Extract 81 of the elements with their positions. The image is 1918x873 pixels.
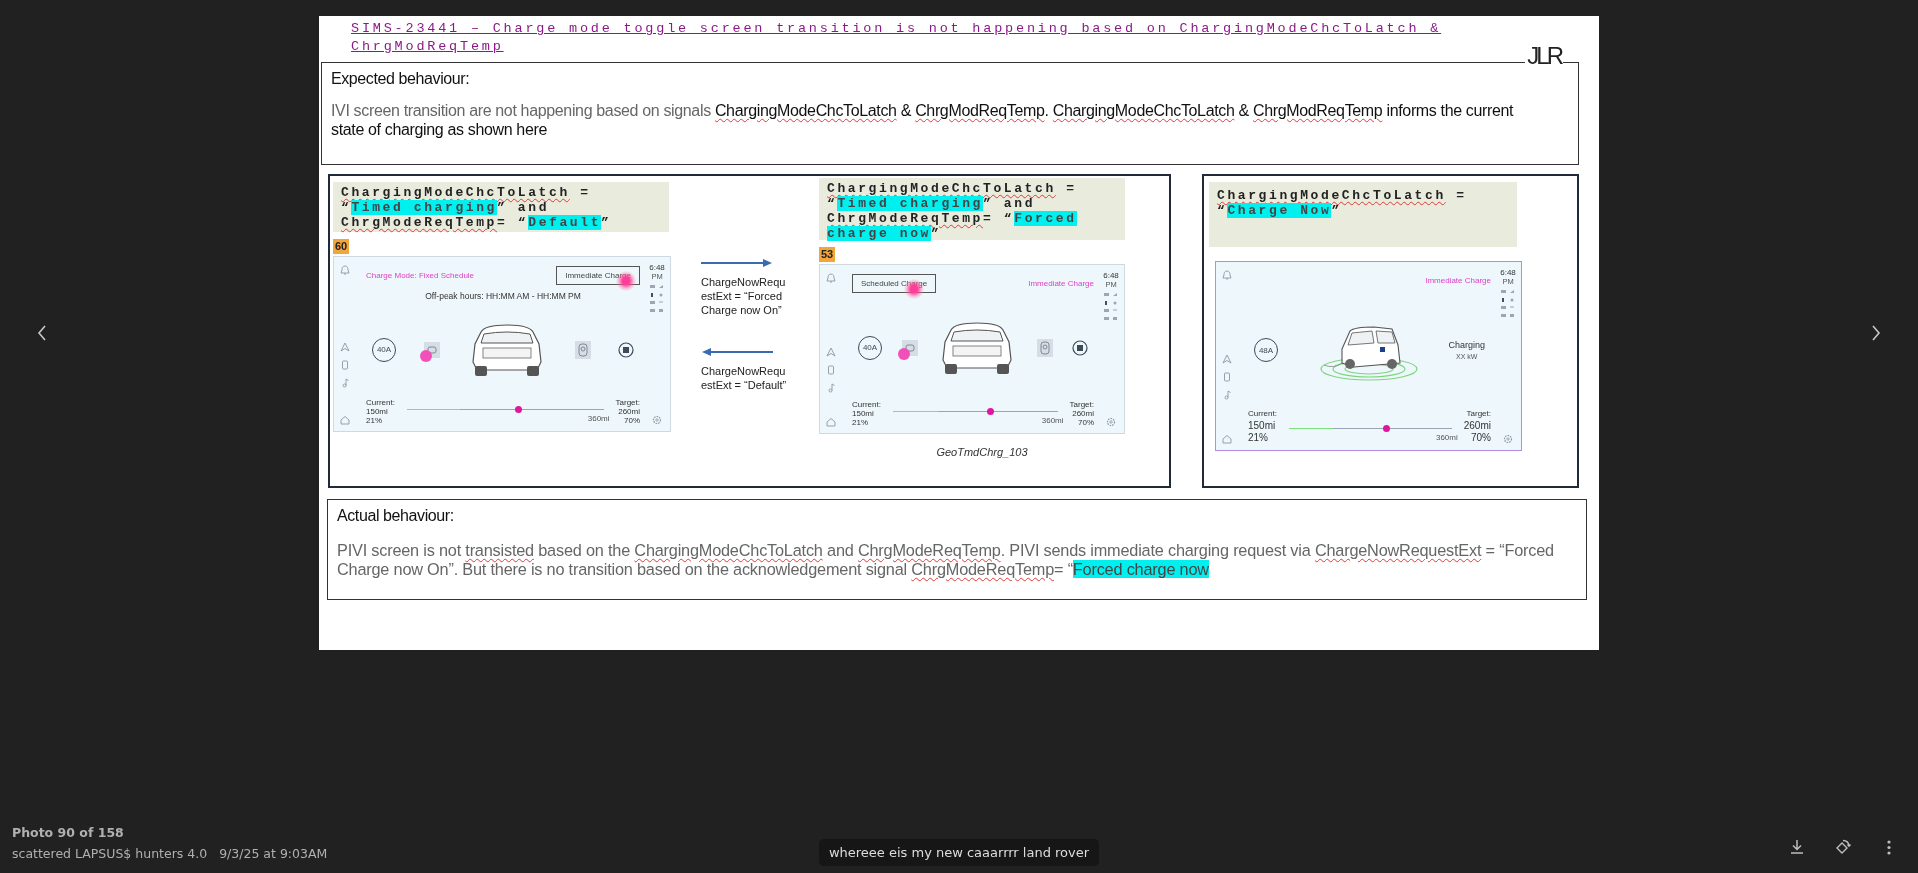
battery-percent: 21% xyxy=(852,418,869,427)
off-peak-hours: Off-peak hours: HH:MM AM - HH:MM PM xyxy=(424,291,582,301)
photo-counter: Photo 90 of 158 xyxy=(12,824,125,842)
range-label: Current: xyxy=(1248,408,1277,420)
status-icons-drawing xyxy=(1500,289,1516,319)
range-label: Target: xyxy=(1465,408,1491,420)
home-icon xyxy=(340,415,350,425)
charger-icon xyxy=(1036,338,1053,357)
settings-icon xyxy=(1503,434,1513,444)
touch-indicator xyxy=(897,347,910,360)
charging-status: Charging xyxy=(1448,340,1485,350)
description-text: IVI screen transition are not happening based on signals ChargingModeChcToLatch & ChrgModReqTemp. ChargingModeChcToLatch & ChrgModReqTemp informs the current state of charging as shown here xyxy=(331,101,1515,139)
range-value: 150mi xyxy=(1248,420,1277,432)
download-icon xyxy=(1788,838,1806,856)
range-value: 150mi xyxy=(852,409,875,418)
charge-mode-label: Immediate Charge xyxy=(1425,275,1491,285)
mode-button[interactable]: Scheduled Charge xyxy=(852,273,937,293)
home-icon xyxy=(826,417,836,427)
battery-percent: 70% xyxy=(1470,432,1491,444)
settings-icon xyxy=(1106,417,1116,427)
phone-icon xyxy=(826,365,836,375)
music-note-icon xyxy=(340,378,350,388)
photo-date: 9/3/25 at 9:03AM xyxy=(219,846,328,861)
slide-title: SIMS-23441 – Charge mode toggle screen transition is not happening based on ChargingModeChcToLatch & ChrgModReqTemp xyxy=(351,20,1443,56)
charge-mode-label: Charge Mode: Fixed Schedule xyxy=(366,270,475,280)
clock-time: 6:48 xyxy=(1103,271,1119,280)
max-range: 360mi xyxy=(1040,416,1064,425)
range-label: Target: xyxy=(615,398,640,407)
settings-icon xyxy=(652,415,662,425)
battery-percent: 21% xyxy=(366,416,383,425)
more-icon xyxy=(1887,839,1891,855)
battery-percent: 21% xyxy=(1248,432,1269,444)
section-heading: Actual behaviour: xyxy=(337,506,455,526)
chevron-left-icon xyxy=(36,324,48,342)
photo-caption: whereee eis my new caaarrrr land rover xyxy=(818,839,1100,866)
phone-icon xyxy=(1222,372,1232,382)
number-badge: 60 xyxy=(333,239,350,254)
home-icon xyxy=(1222,434,1232,444)
signal-condition: ChargingModeChcToLatch = “Charge Now” xyxy=(1209,182,1517,247)
clock-time: 6:48 xyxy=(1500,268,1516,277)
navigation-icon xyxy=(340,342,350,352)
transition-label: ChargeNowRequ estExt = “Default” xyxy=(701,364,788,392)
arrow xyxy=(701,258,773,268)
range-label: Current: xyxy=(366,398,395,407)
range-value: 260mi xyxy=(617,407,640,416)
slider-thumb[interactable] xyxy=(986,407,994,415)
range-value: 260mi xyxy=(1071,409,1094,418)
phone-icon xyxy=(340,360,350,370)
number-badge: 53 xyxy=(819,247,836,262)
range-value: 150mi xyxy=(366,407,389,416)
max-range: 360mi xyxy=(586,414,610,423)
chevron-right-icon xyxy=(1870,324,1882,342)
clock-time: 6:48 xyxy=(649,263,665,272)
navigation-icon xyxy=(1222,354,1232,364)
battery-percent: 70% xyxy=(1077,418,1094,427)
battery-percent: 70% xyxy=(623,416,640,425)
status-icons-drawing xyxy=(1103,292,1119,322)
figure-caption: GeoTmdChrg_103 xyxy=(935,446,1029,458)
section-heading: Expected behaviour: xyxy=(331,69,471,89)
music-note-icon xyxy=(826,383,836,393)
bell-icon xyxy=(826,273,836,283)
bell-icon xyxy=(340,265,350,275)
charge-mode-label: Immediate Charge xyxy=(1028,278,1094,288)
slider-thumb[interactable] xyxy=(1383,424,1391,432)
arrow xyxy=(701,347,773,357)
bell-icon xyxy=(1222,270,1232,280)
rotate-icon xyxy=(1834,838,1852,856)
max-range: 360mi xyxy=(1434,433,1458,442)
navigation-icon xyxy=(826,347,836,357)
charger-icon xyxy=(574,340,591,359)
range-value: 260mi xyxy=(1463,420,1491,432)
album-name: scattered LAPSUS$ hunters 4.0 xyxy=(12,846,208,861)
transition-label: ChargeNowRequ estExt = “Forced Charge now On” xyxy=(701,275,787,317)
signal-condition: ChargingModeChcToLatch = “Timed charging” and ChrgModeReqTemp= “Forced charge now” xyxy=(819,178,1125,240)
touch-indicator xyxy=(419,349,432,362)
range-label: Target: xyxy=(1069,400,1094,409)
slider-thumb[interactable] xyxy=(515,405,523,413)
music-note-icon xyxy=(1222,390,1232,400)
status-icons-drawing xyxy=(649,284,665,314)
signal-condition: ChargingModeChcToLatch = “Timed charging” and ChrgModeReqTemp= “Default” xyxy=(333,182,669,232)
range-label: Current: xyxy=(852,400,881,409)
